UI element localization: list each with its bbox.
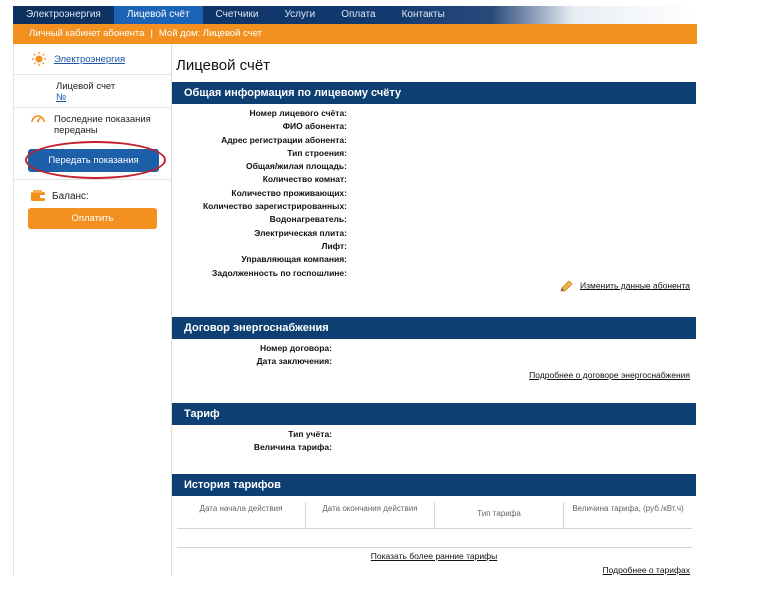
field-label: Лифт: <box>321 240 347 251</box>
field-row: Водонагреватель: <box>172 213 696 226</box>
field-row: Номер договора: <box>172 342 696 355</box>
field-label: Управляющая компания: <box>241 254 347 265</box>
field-label: Величина тарифа: <box>253 442 332 453</box>
contract-section: Договор энергоснабжения Номер договора: … <box>172 317 696 387</box>
field-row: Количество зарегистрированных: <box>172 200 696 213</box>
tariff-history-table-header: Дата начала действия Дата окончания дейс… <box>177 502 692 529</box>
column-header: Дата начала действия <box>177 502 306 528</box>
nav-account[interactable]: Лицевой счёт <box>113 6 203 24</box>
breadcrumb: Личный кабинет абонента | Мой дом: Лицевой… <box>13 24 697 44</box>
field-row: Лифт: <box>172 240 696 253</box>
sidebar-balance: Баланс: Оплатить <box>14 180 171 250</box>
sidebar: Электроэнергия Лицевой счет № Последние … <box>13 44 172 576</box>
field-row: ФИО абонента: <box>172 120 696 133</box>
nav-electricity[interactable]: Электроэнергия <box>13 6 114 24</box>
contract-heading: Договор энергоснабжения <box>172 317 696 339</box>
field-label: Тип строения: <box>287 147 347 158</box>
top-navigation: Электроэнергия Лицевой счёт Счетчики Усл… <box>13 6 697 24</box>
column-header: Дата окончания действия <box>306 502 435 528</box>
general-info-section: Общая информация по лицевому счёту Номер… <box>172 82 696 300</box>
breadcrumb-my-home[interactable]: Мой дом: Лицевой счет <box>159 28 262 39</box>
tariff-details-link[interactable]: Подробнее о тарифах <box>602 565 690 575</box>
field-label: Общая/жилая площадь: <box>246 161 347 172</box>
field-row: Количество проживающих: <box>172 187 696 200</box>
account-number-link[interactable]: № <box>56 92 66 103</box>
field-row: Адрес регистрации абонента: <box>172 134 696 147</box>
field-label: Адрес регистрации абонента: <box>221 134 347 145</box>
tariff-history-heading: История тарифов <box>172 474 696 496</box>
field-label: Номер договора: <box>259 343 332 353</box>
nav-payment[interactable]: Оплата <box>328 6 388 24</box>
edit-subscriber-link[interactable]: Изменить данные абонента <box>560 280 690 292</box>
contract-fields: Номер договора: Дата заключения: <box>172 339 696 369</box>
send-readings-button[interactable]: Передать показания <box>28 149 159 172</box>
edit-subscriber-text[interactable]: Изменить данные абонента <box>580 280 690 290</box>
nav-services[interactable]: Услуги <box>271 6 328 24</box>
breadcrumb-separator: | <box>150 28 153 39</box>
balance-label: Баланс: <box>52 191 89 202</box>
sun-icon <box>32 52 46 66</box>
field-label: Количество зарегистрированных: <box>202 201 347 212</box>
wallet-icon <box>31 190 45 201</box>
column-header: Величина тарифа, (руб./кВт.ч) <box>572 504 684 513</box>
tariff-section: Тариф Тип учёта: Величина тарифа: <box>172 403 696 453</box>
field-label: Тип учёта: <box>288 429 332 439</box>
account-label: Лицевой счет <box>56 81 116 92</box>
field-label: Водонагреватель: <box>269 214 347 225</box>
gauge-icon <box>31 115 45 123</box>
field-row: Величина тарифа: <box>172 441 696 454</box>
field-row: Номер лицевого счёта: <box>172 107 696 120</box>
show-earlier-tariffs-link[interactable]: Показать более ранние тарифы <box>371 551 497 561</box>
field-label: Дата заключения: <box>256 356 332 367</box>
breadcrumb-cabinet[interactable]: Личный кабинет абонента <box>29 28 144 39</box>
general-info-heading: Общая информация по лицевому счёту <box>172 82 696 104</box>
page-title: Лицевой счёт <box>176 57 271 74</box>
pencil-icon <box>560 280 573 292</box>
nav-contacts[interactable]: Контакты <box>389 6 458 24</box>
pay-button[interactable]: Оплатить <box>28 208 157 229</box>
nav-meters[interactable]: Счетчики <box>203 6 272 24</box>
sidebar-account: Лицевой счет № <box>14 75 171 108</box>
field-label: Количество комнат: <box>262 174 347 185</box>
page-shell: Электроэнергия Лицевой счёт Счетчики Усл… <box>13 6 697 576</box>
field-row: Дата заключения: <box>172 355 696 368</box>
field-label: Количество проживающих: <box>231 187 347 198</box>
field-row: Тип учёта: <box>172 428 696 441</box>
field-label: Номер лицевого счёта: <box>249 108 347 118</box>
field-row: Тип строения: <box>172 147 696 160</box>
field-row: Управляющая компания: <box>172 253 696 266</box>
column-header: Тип тарифа <box>435 502 564 528</box>
tariff-fields: Тип учёта: Величина тарифа: <box>172 425 696 455</box>
field-label: Задолженность по госпошлине: <box>212 267 347 278</box>
show-earlier-tariffs: Показать более ранние тарифы <box>172 551 696 561</box>
field-label: Электрическая плита: <box>254 227 347 238</box>
sidebar-readings: Последние показания переданы Передать по… <box>14 108 171 180</box>
general-info-fields: Номер лицевого счёта: ФИО абонента: Адре… <box>172 104 696 280</box>
field-label: ФИО абонента: <box>282 121 347 132</box>
sidebar-energy: Электроэнергия <box>14 44 171 75</box>
field-row: Количество комнат: <box>172 173 696 186</box>
tariff-heading: Тариф <box>172 403 696 425</box>
field-row: Общая/жилая площадь: <box>172 160 696 173</box>
tariff-history-section: История тарифов Дата начала действия Дат… <box>172 474 696 576</box>
field-row: Задолженность по госпошлине: <box>172 267 696 280</box>
contract-details-link[interactable]: Подробнее о договоре энергоснабжения <box>529 370 690 380</box>
sidebar-energy-link[interactable]: Электроэнергия <box>54 54 125 65</box>
last-readings-text: Последние показания переданы <box>54 114 151 136</box>
table-divider <box>177 547 692 548</box>
main-content: Лицевой счёт Общая информация по лицевом… <box>171 44 697 576</box>
field-row: Электрическая плита: <box>172 227 696 240</box>
